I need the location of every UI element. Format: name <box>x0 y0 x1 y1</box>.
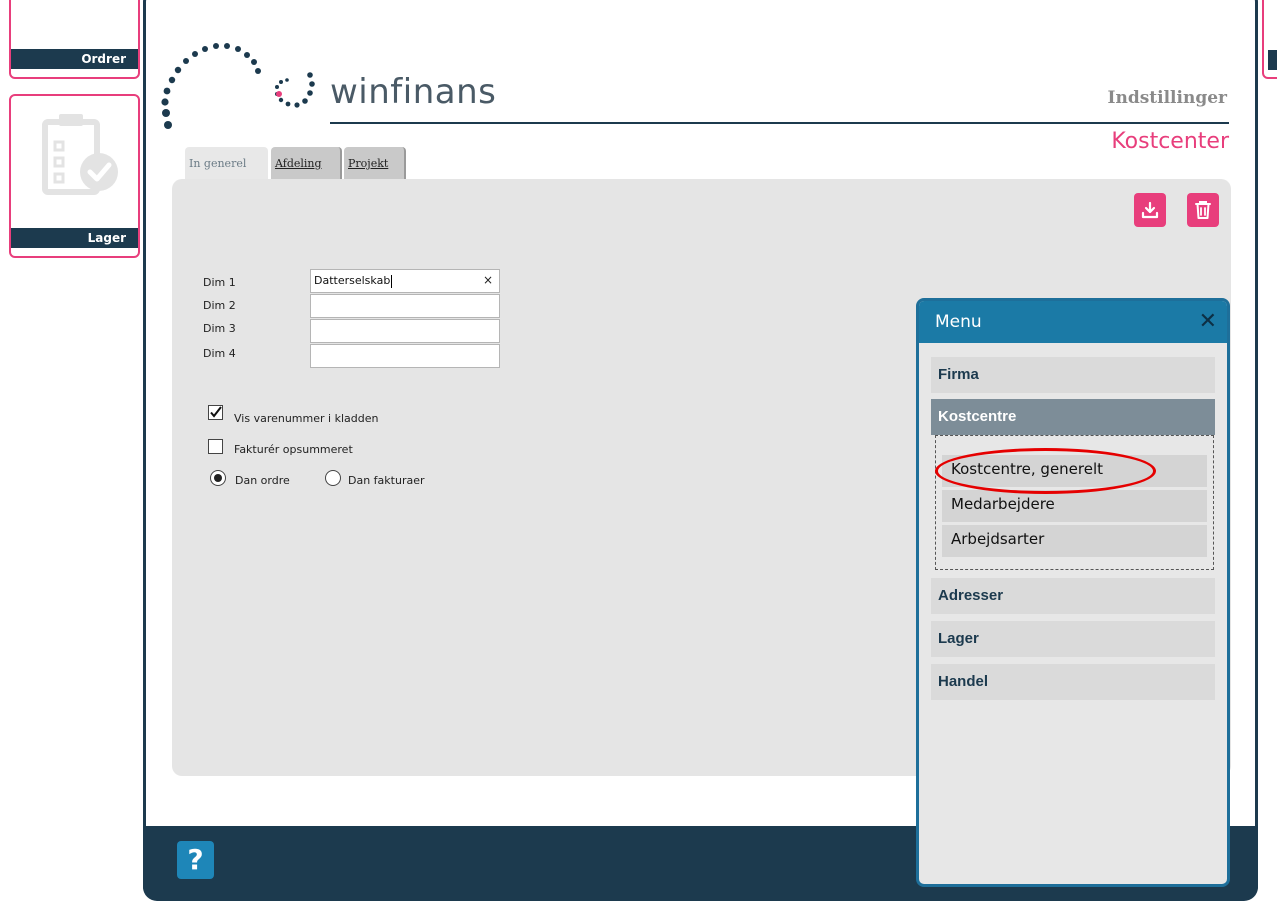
vis-varenummer-label: Vis varenummer i kladden <box>234 412 379 425</box>
tab-afdeling[interactable]: Afdeling <box>271 147 342 179</box>
menu-item-kostcentre[interactable]: Kostcentre <box>931 399 1215 435</box>
dan-ordre-label: Dan ordre <box>235 474 290 487</box>
submenu-item-arbejdsarter[interactable]: Arbejdsarter <box>942 525 1207 557</box>
tab-in-generel[interactable]: In generel <box>185 147 268 179</box>
tab-projekt[interactable]: Projekt <box>344 147 406 179</box>
download-icon <box>1141 201 1159 219</box>
lager-tile[interactable]: Lager <box>9 94 140 258</box>
checkbox-checked-icon <box>210 406 222 418</box>
vis-varenummer-checkbox[interactable] <box>208 405 223 420</box>
menu-title: Menu <box>935 312 982 332</box>
settings-label: Indstillinger <box>1107 88 1227 108</box>
radio-selected-icon <box>214 474 222 482</box>
close-icon[interactable]: ✕ <box>1199 309 1217 334</box>
winfinans-logo-icon <box>161 43 315 129</box>
menu-header: Menu ✕ <box>919 301 1227 343</box>
dim1-field[interactable]: Datterselskab × <box>310 269 500 293</box>
trash-icon <box>1195 201 1211 219</box>
menu-item-lager[interactable]: Lager <box>931 621 1215 657</box>
highlight-annotation <box>935 448 1156 494</box>
header-divider <box>330 122 1229 124</box>
clipboard-check-icon <box>42 114 118 195</box>
lager-tile-label: Lager <box>11 228 138 248</box>
menu-item-firma[interactable]: Firma <box>931 357 1215 393</box>
menu-panel: Menu ✕ Firma Kostcentre Kostcentre, gene… <box>916 298 1230 887</box>
dim4-field[interactable] <box>310 344 500 368</box>
help-button[interactable]: ? <box>177 841 214 879</box>
menu-item-adresser[interactable]: Adresser <box>931 578 1215 614</box>
download-button[interactable] <box>1134 193 1166 227</box>
fakturer-opsummeret-label: Fakturér opsummeret <box>234 443 353 456</box>
dim1-label: Dim 1 <box>203 276 236 289</box>
ordrer-tile-label: Ordrer <box>11 49 138 69</box>
dim2-label: Dim 2 <box>203 299 236 312</box>
menu-item-handel[interactable]: Handel <box>931 664 1215 700</box>
dan-fakturaer-label: Dan fakturaer <box>348 474 425 487</box>
delete-button[interactable] <box>1187 193 1219 227</box>
dim3-field[interactable] <box>310 319 500 343</box>
page-title: Kostcenter <box>1111 129 1229 154</box>
help-icon: ? <box>187 843 204 876</box>
fakturer-opsummeret-checkbox[interactable] <box>208 439 223 454</box>
dim4-label: Dim 4 <box>203 347 236 360</box>
dim3-label: Dim 3 <box>203 322 236 335</box>
dan-ordre-radio[interactable] <box>210 470 226 486</box>
ordrer-tile[interactable]: Ordrer <box>9 0 140 79</box>
dim2-field[interactable] <box>310 294 500 318</box>
brand-name: winfinans <box>330 72 497 112</box>
submenu-item-medarbejdere[interactable]: Medarbejdere <box>942 490 1207 522</box>
right-partial-tile[interactable] <box>1262 0 1277 79</box>
clear-icon[interactable]: × <box>483 273 493 287</box>
dan-fakturaer-radio[interactable] <box>325 470 341 486</box>
dim1-value: Datterselskab <box>314 274 391 287</box>
